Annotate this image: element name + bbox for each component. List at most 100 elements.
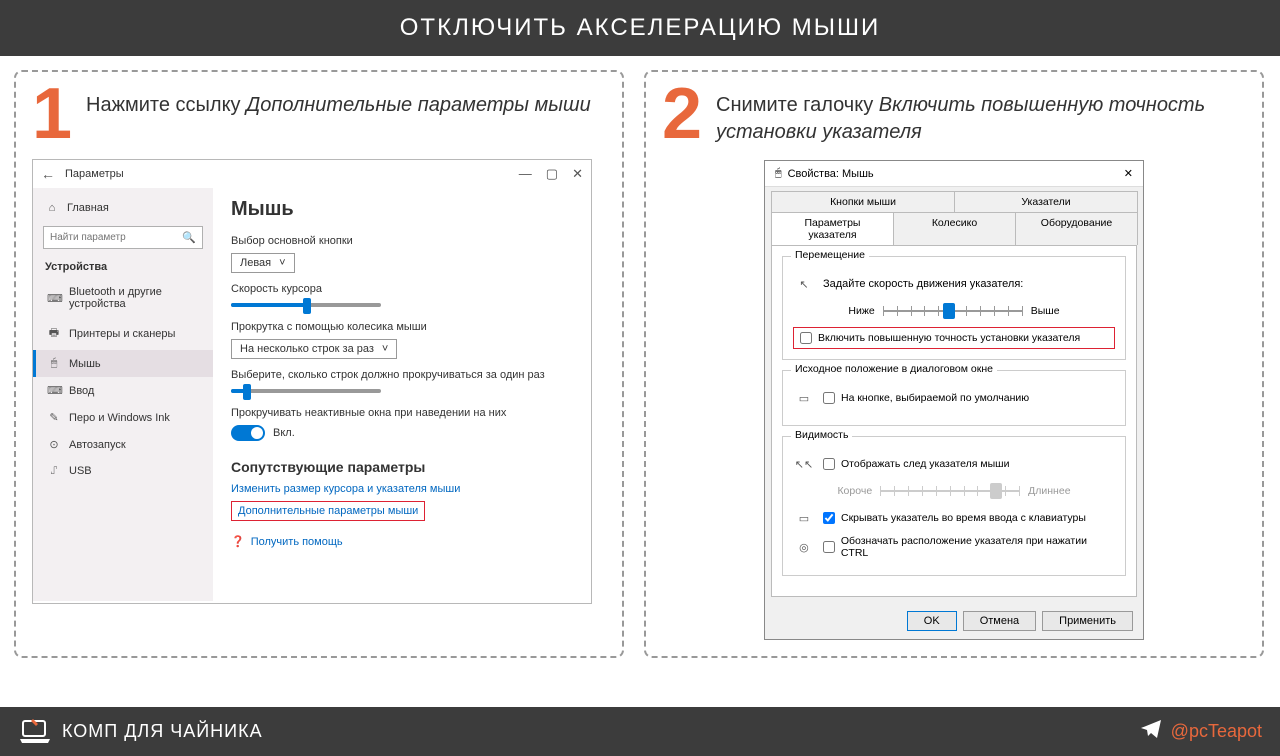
tab-buttons[interactable]: Кнопки мыши xyxy=(771,191,955,212)
step2-text: Снимите галочку Включить повышенную точн… xyxy=(716,84,1246,146)
sidebar-item-bluetooth[interactable]: ⌨Bluetooth и другие устройства xyxy=(33,279,213,317)
help-icon: ❓ xyxy=(231,535,245,548)
minimize-icon[interactable]: ― xyxy=(519,166,532,182)
settings-body: ⌂ Главная 🔍 Устройства ⌨Bluetooth и друг… xyxy=(33,188,591,601)
close-icon[interactable]: ✕ xyxy=(572,166,583,182)
speed-label: Задайте скорость движения указателя: xyxy=(823,278,1023,290)
settings-window: ← Параметры ― ▢ ✕ ⌂ Главная 🔍 xyxy=(32,159,592,604)
inactive-toggle[interactable] xyxy=(231,425,265,441)
snap-input[interactable] xyxy=(823,392,835,404)
trails-slider xyxy=(880,481,1020,501)
dialog-title-wrap: 🖱 Свойства: Мышь xyxy=(775,167,874,180)
back-icon[interactable]: ← xyxy=(41,166,55,182)
page-title-bar: ОТКЛЮЧИТЬ АКСЕЛЕРАЦИЮ МЫШИ xyxy=(0,0,1280,56)
mouse-icon: 🖱 xyxy=(775,167,782,180)
ctrl-locate-input[interactable] xyxy=(823,541,835,553)
sidebar-item-usb[interactable]: ⑀USB xyxy=(33,458,213,484)
close-icon[interactable]: ✕ xyxy=(1124,167,1133,180)
primary-button-select[interactable]: Левая ˅ xyxy=(231,253,295,273)
lines-slider[interactable] xyxy=(231,389,573,393)
trails-checkbox[interactable]: Отображать след указателя мыши xyxy=(823,458,1009,470)
toggle-state: Вкл. xyxy=(273,427,295,439)
enhance-precision-highlight: Включить повышенную точность установки у… xyxy=(793,327,1115,349)
footer-brand: КОМП ДЛЯ ЧАЙНИКА xyxy=(18,719,263,745)
laptop-icon xyxy=(18,719,52,745)
bluetooth-icon: ⌨ xyxy=(47,292,61,305)
step1-panel: 1 Нажмите ссылку Дополнительные параметр… xyxy=(14,70,624,658)
dialog-titlebar: 🖱 Свойства: Мышь ✕ xyxy=(765,161,1143,187)
footer-bar: КОМП ДЛЯ ЧАЙНИКА @pcTeapot xyxy=(0,707,1280,756)
speed-high-label: Выше xyxy=(1031,305,1060,317)
sidebar-item-printers[interactable]: 🖶Принтеры и сканеры xyxy=(33,317,213,350)
trails-short-label: Короче xyxy=(837,485,872,497)
search-icon: 🔍 xyxy=(182,231,196,244)
ok-button[interactable]: OK xyxy=(907,611,957,631)
hide-typing-input[interactable] xyxy=(823,512,835,524)
footer-handle-text: @pcTeapot xyxy=(1171,721,1262,742)
usb-icon: ⑀ xyxy=(47,465,61,477)
tab-hardware[interactable]: Оборудование xyxy=(1015,212,1138,245)
telegram-icon xyxy=(1139,717,1163,746)
related-link-additional[interactable]: Дополнительные параметры мыши xyxy=(238,505,418,517)
help-row[interactable]: ❓ Получить помощь xyxy=(231,535,573,548)
chevron-down-icon: ˅ xyxy=(279,257,285,269)
apply-button[interactable]: Применить xyxy=(1042,611,1133,631)
maximize-icon[interactable]: ▢ xyxy=(546,166,558,182)
printer-icon: 🖶 xyxy=(47,324,61,343)
enhance-precision-input[interactable] xyxy=(800,332,812,344)
hide-typing-icon: ▭ xyxy=(793,507,815,529)
cancel-button[interactable]: Отмена xyxy=(963,611,1036,631)
group-motion-title: Перемещение xyxy=(791,249,869,261)
inactive-label: Прокручивать неактивные окна при наведен… xyxy=(231,407,573,419)
inactive-toggle-row: Вкл. xyxy=(231,425,573,441)
window-controls: ― ▢ ✕ xyxy=(519,166,583,182)
trails-icon: ↖↖ xyxy=(793,453,815,475)
step2-head: 2 Снимите галочку Включить повышенную то… xyxy=(662,84,1246,146)
step1-number: 1 xyxy=(32,84,72,145)
related-link-cursor-size[interactable]: Изменить размер курсора и указателя мыши xyxy=(231,483,573,495)
speed-slider-row: Ниже Выше xyxy=(793,301,1115,321)
footer-handle[interactable]: @pcTeapot xyxy=(1139,717,1262,746)
group-snap-title: Исходное положение в диалоговом окне xyxy=(791,363,997,375)
related-heading: Сопутствующие параметры xyxy=(231,459,573,475)
sidebar-item-typing[interactable]: ⌨Ввод xyxy=(33,377,213,404)
trails-input[interactable] xyxy=(823,458,835,470)
home-icon: ⌂ xyxy=(45,202,59,214)
sidebar-item-pen[interactable]: ✎Перо и Windows Ink xyxy=(33,404,213,431)
autoplay-icon: ⊙ xyxy=(47,438,61,451)
sidebar-item-mouse[interactable]: 🖱Мышь xyxy=(33,350,213,377)
tab-pointers[interactable]: Указатели xyxy=(954,191,1138,212)
ctrl-locate-checkbox[interactable]: Обозначать расположение указателя при на… xyxy=(823,535,1115,559)
dialog-tabs: Кнопки мыши Указатели Параметры указател… xyxy=(765,187,1143,245)
tab-wheel[interactable]: Колесико xyxy=(893,212,1016,245)
page-title: ОТКЛЮЧИТЬ АКСЕЛЕРАЦИЮ МЫШИ xyxy=(400,14,880,41)
hide-typing-checkbox[interactable]: Скрывать указатель во время ввода с клав… xyxy=(823,512,1086,524)
mouse-icon: 🖱 xyxy=(47,357,61,370)
chevron-down-icon: ˅ xyxy=(382,343,388,355)
enhance-precision-checkbox[interactable]: Включить повышенную точность установки у… xyxy=(800,332,1108,344)
step2-number: 2 xyxy=(662,84,702,145)
dialog-title: Свойства: Мышь xyxy=(788,168,874,180)
group-visibility-title: Видимость xyxy=(791,429,852,441)
speed-slider[interactable] xyxy=(883,301,1023,321)
tab-pointer-options[interactable]: Параметры указателя xyxy=(771,212,894,245)
primary-button-label: Выбор основной кнопки xyxy=(231,235,573,247)
search-input-wrap[interactable]: 🔍 xyxy=(43,226,203,249)
scroll-wheel-label: Прокрутка с помощью колесика мыши xyxy=(231,321,573,333)
cursor-speed-label: Скорость курсора xyxy=(231,283,573,295)
sidebar-item-autoplay[interactable]: ⊙Автозапуск xyxy=(33,431,213,458)
search-input[interactable] xyxy=(50,232,170,243)
dialog-buttons: OK Отмена Применить xyxy=(765,603,1143,639)
sidebar-home[interactable]: ⌂ Главная xyxy=(33,196,213,220)
pen-icon: ✎ xyxy=(47,411,61,424)
step2-panel: 2 Снимите галочку Включить повышенную то… xyxy=(644,70,1264,658)
cursor-arrow-icon: ↖ xyxy=(793,273,815,295)
ctrl-locate-icon: ◎ xyxy=(793,536,815,558)
dialog-content: Перемещение ↖ Задайте скорость движения … xyxy=(771,245,1137,597)
cursor-speed-slider[interactable] xyxy=(231,303,573,307)
mouse-properties-dialog: 🖱 Свойства: Мышь ✕ Кнопки мыши Указатели… xyxy=(764,160,1144,640)
snap-icon: ▭ xyxy=(793,387,815,409)
snap-checkbox[interactable]: На кнопке, выбираемой по умолчанию xyxy=(823,392,1029,404)
scroll-wheel-select[interactable]: На несколько строк за раз ˅ xyxy=(231,339,397,359)
settings-main: Мышь Выбор основной кнопки Левая ˅ Скоро… xyxy=(213,188,591,601)
